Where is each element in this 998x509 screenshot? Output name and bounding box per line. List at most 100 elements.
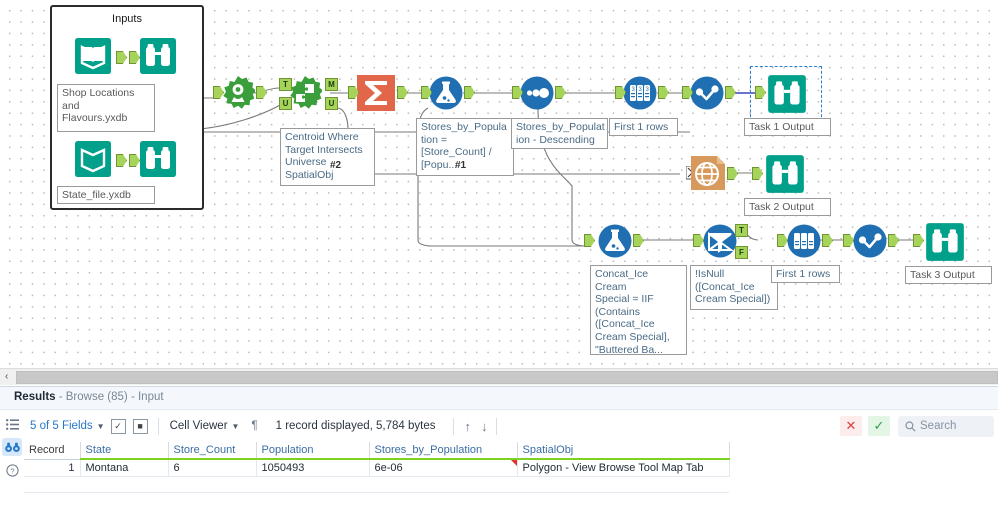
tool-formula-concat-ice-cream[interactable]: [598, 224, 632, 258]
toolbar-divider: [453, 417, 455, 435]
tool-filter[interactable]: [703, 224, 737, 258]
tool-select-2[interactable]: [853, 224, 887, 258]
sort-icon: [520, 76, 554, 110]
tool-summarize[interactable]: [356, 74, 396, 112]
column-header-store-count[interactable]: Store_Count: [168, 442, 257, 460]
label-browse-task3: Task 3 Output: [905, 266, 992, 284]
toolbar-divider: [157, 417, 159, 435]
cell-population[interactable]: 1050493: [256, 459, 370, 477]
anchor-spatial-universe-in[interactable]: U: [279, 97, 292, 110]
empty-cell: [168, 476, 256, 493]
anchor-in-browse-task2[interactable]: [752, 167, 763, 180]
browse-icon: [766, 155, 804, 193]
anchor-out-sort[interactable]: [555, 86, 566, 99]
alteryx-designer-window: Inputs Shop Locations and Flavours.yxdb …: [0, 0, 998, 509]
tool-browse-task2-output[interactable]: [763, 152, 807, 196]
cell-stores-by-population[interactable]: 6e-06: [369, 459, 518, 477]
label-sample-1: First 1 rows: [609, 118, 678, 136]
label-formula-2: Concat_Ice Cream Special = IIF (Contains…: [590, 265, 687, 355]
create-points-icon: [223, 76, 256, 109]
cell-viewer-selector[interactable]: Cell Viewer ▼: [164, 420, 246, 432]
cell-state[interactable]: Montana: [80, 459, 169, 477]
anchor-spatial-universe-out[interactable]: U: [325, 97, 338, 110]
empty-cell: [24, 476, 80, 493]
tool-browse-task3-output[interactable]: [923, 220, 967, 264]
tool-sample-first-rows-1[interactable]: 333: [623, 76, 657, 110]
anchor-out-create-points[interactable]: [256, 86, 267, 99]
toolbar-divider: [496, 417, 498, 435]
check-box-icon[interactable]: ✓: [110, 418, 126, 434]
search-input[interactable]: Search: [898, 415, 994, 437]
filter-funnel-icon: [703, 224, 737, 258]
results-label: Results: [14, 391, 56, 403]
browse-icon[interactable]: [2, 438, 22, 456]
formula-flask-icon: [598, 224, 632, 258]
tool-browse-state[interactable]: [137, 138, 179, 180]
tool-create-points[interactable]: [221, 76, 256, 110]
annotation-number-1: #1: [455, 160, 467, 171]
uncheck-box-icon[interactable]: ■: [132, 418, 148, 434]
table-row[interactable]: 1 Montana 6 1050493 6e-06 Polygon - View…: [24, 459, 730, 477]
label-input-shop-locations: Shop Locations and Flavours.yxdb: [57, 84, 155, 132]
fields-count-label: 5 of 5 Fields: [30, 420, 93, 432]
anchor-spatial-target[interactable]: T: [279, 78, 292, 91]
tool-spatial-match[interactable]: [288, 76, 323, 110]
label-sort: Stores_by_Populat ion - Descending: [511, 118, 608, 149]
anchor-out-report-map[interactable]: [727, 167, 738, 180]
column-header-population[interactable]: Population: [256, 442, 370, 460]
confirm-button[interactable]: ✓: [868, 416, 890, 436]
scrollbar-thumb[interactable]: [16, 370, 998, 384]
anchor-out-sample-2[interactable]: [822, 234, 833, 247]
tool-browse-task1-output[interactable]: [765, 72, 809, 116]
anchor-filter-true[interactable]: T: [735, 224, 748, 237]
pilcrow-icon[interactable]: ¶: [245, 420, 263, 432]
prev-record-button[interactable]: ↑: [459, 419, 476, 434]
label-browse-task1: Task 1 Output: [744, 118, 831, 136]
anchor-out-sample-1[interactable]: [658, 86, 669, 99]
anchor-filter-false[interactable]: F: [735, 246, 748, 259]
tool-report-map[interactable]: [690, 155, 726, 191]
cell-spatialobj[interactable]: Polygon - View Browse Tool Map Tab: [517, 459, 730, 477]
container-title: Inputs: [112, 13, 142, 25]
label-browse-task2: Task 2 Output: [744, 198, 831, 216]
canvas-horizontal-scrollbar[interactable]: ‹: [0, 368, 998, 385]
search-placeholder: Search: [920, 420, 957, 432]
tool-formula-stores-by-population[interactable]: [429, 76, 463, 110]
tool-browse-shop[interactable]: [137, 35, 179, 77]
tool-input-state-file[interactable]: [72, 138, 114, 180]
column-header-record[interactable]: Record: [24, 442, 81, 460]
results-subtitle: - Browse (85) - Input: [55, 391, 164, 403]
browse-icon: [140, 38, 176, 74]
column-header-spatialobj[interactable]: SpatialObj: [517, 442, 730, 460]
anchor-out-summarize[interactable]: [397, 86, 408, 99]
list-view-icon[interactable]: [2, 415, 22, 433]
spatial-match-icon: [290, 76, 323, 109]
tool-sample-first-rows-2[interactable]: [787, 224, 821, 258]
label-input-state-file: State_file.yxdb: [57, 186, 155, 204]
next-record-button[interactable]: ↓: [476, 419, 493, 434]
tool-input-shop-locations[interactable]: [72, 35, 114, 77]
workflow-canvas[interactable]: Inputs Shop Locations and Flavours.yxdb …: [0, 0, 998, 368]
fields-selector[interactable]: 5 of 5 Fields ▼: [24, 420, 111, 432]
anchor-spatial-match-out[interactable]: M: [325, 78, 338, 91]
anchor-in-formula-2[interactable]: [584, 234, 595, 247]
help-icon[interactable]: ?: [2, 461, 22, 479]
cancel-button[interactable]: ✕: [840, 416, 862, 436]
tool-select-1[interactable]: [690, 76, 724, 110]
anchor-out-select-2[interactable]: [888, 234, 899, 247]
summarize-sigma-icon: [357, 75, 395, 111]
anchor-out-formula-1[interactable]: [464, 86, 475, 99]
cell-record[interactable]: 1: [24, 459, 81, 477]
column-header-stores-by-population[interactable]: Stores_by_Population: [369, 442, 518, 460]
anchor-out-formula-2[interactable]: [633, 234, 644, 247]
cell-store-count[interactable]: 6: [168, 459, 257, 477]
column-header-state[interactable]: State: [80, 442, 169, 460]
anchor-out-select-1[interactable]: [725, 86, 736, 99]
browse-icon: [768, 75, 806, 113]
results-toolbar: 5 of 5 Fields ▼ ✓ ■ Cell Viewer ▼ ¶ 1 re…: [24, 410, 998, 442]
results-table: Record State Store_Count Population Stor…: [24, 442, 730, 493]
scroll-left-arrow[interactable]: ‹: [0, 369, 13, 386]
empty-cell: [517, 476, 729, 493]
tool-sort[interactable]: [520, 76, 554, 110]
results-data-grid[interactable]: Record State Store_Count Population Stor…: [24, 442, 998, 509]
